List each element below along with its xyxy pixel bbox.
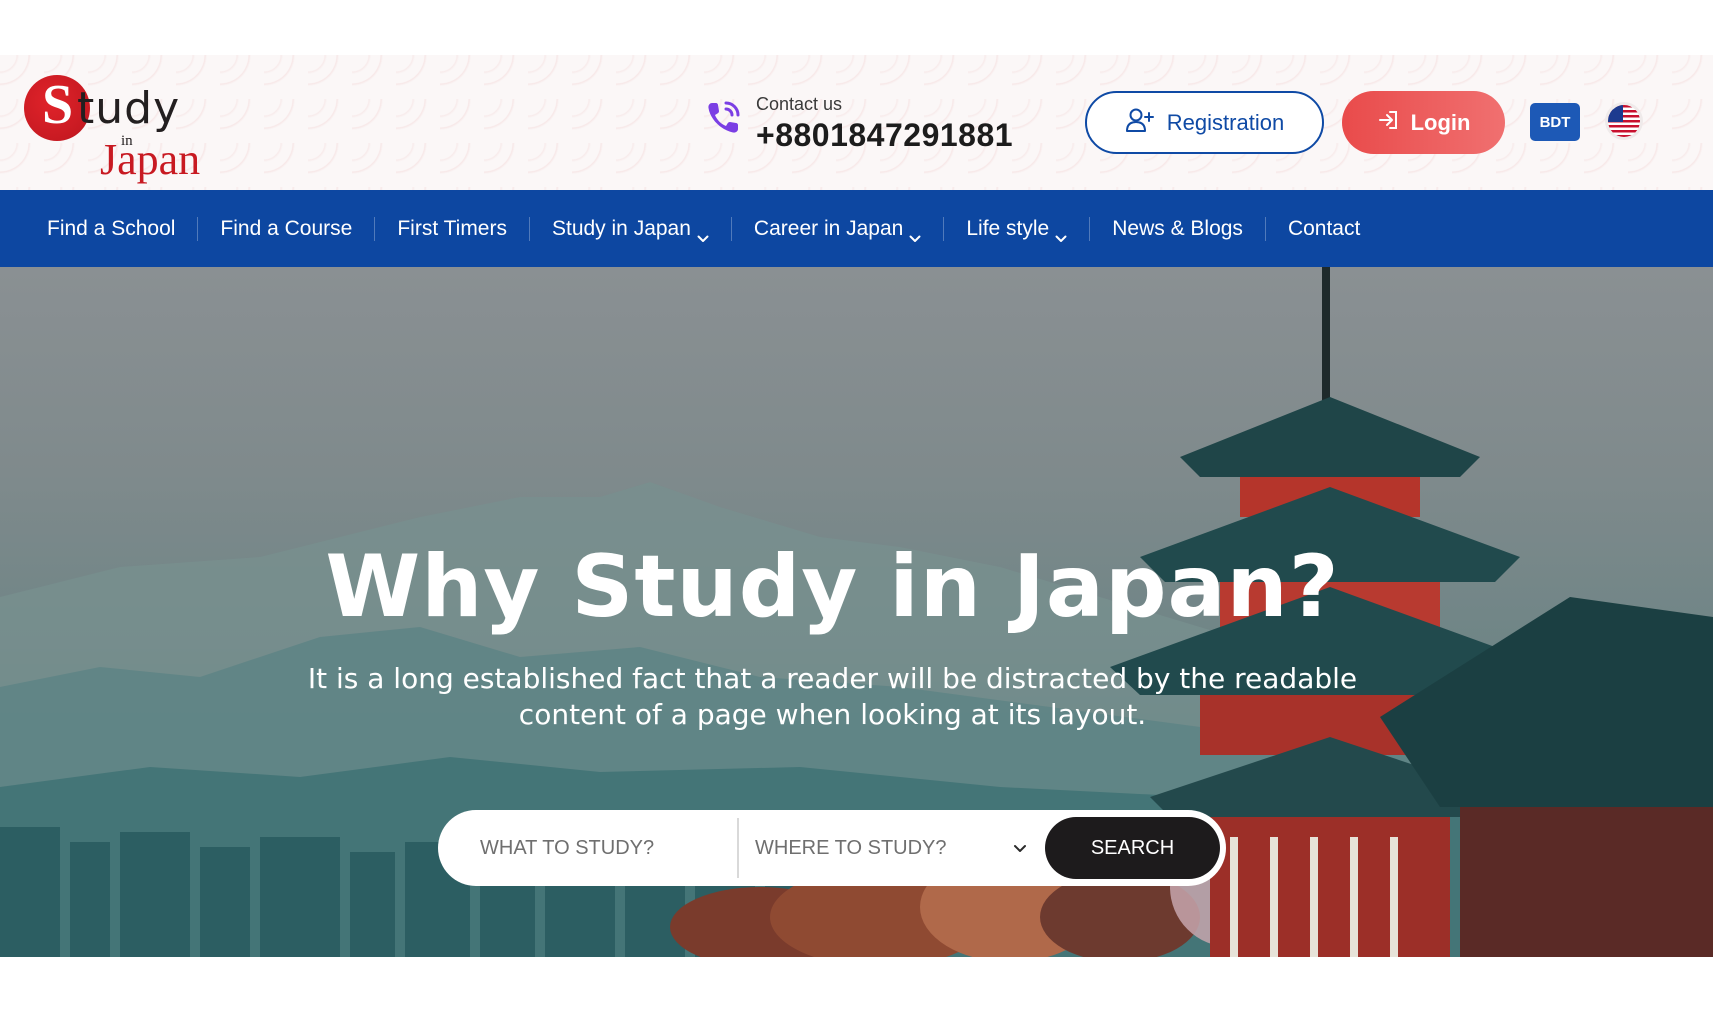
chevron-down-icon (697, 225, 709, 242)
registration-label: Registration (1166, 109, 1285, 135)
main-navigation: Find a School Find a Course First Timers St… (0, 190, 1713, 267)
nav-item-label: Life style (966, 216, 1050, 240)
hero-title: Why Study in Japan? (325, 537, 1340, 637)
nav-item-label: Study in Japan (551, 216, 691, 240)
hero-banner: Why Study in Japan? It is a long establi… (0, 267, 1713, 957)
contact-phone-number[interactable]: +8801847291881 (756, 117, 1013, 153)
nav-item-life-style[interactable]: Life style (944, 216, 1091, 242)
site-header: S tudy in Japan Contact us +880184729188… (0, 55, 1713, 190)
nav-item-label: Career in Japan (753, 216, 904, 240)
hero-subtitle: It is a long established fact that a rea… (307, 662, 1358, 731)
nav-item-find-a-course[interactable]: Find a Course (198, 216, 376, 241)
what-to-study-input[interactable]: WHAT TO STUDY? (480, 810, 710, 886)
login-label: Login (1410, 109, 1471, 135)
logo-word-japan: Japan (100, 135, 201, 184)
where-to-study-select[interactable]: WHERE TO STUDY? (755, 810, 1035, 886)
nav-item-label: News & Blogs (1112, 216, 1243, 240)
chevron-down-icon (909, 225, 921, 242)
nav-item-label: Find a Course (220, 216, 353, 240)
contact-block: Contact us +8801847291881 (704, 91, 1034, 153)
contact-label: Contact us (756, 94, 843, 114)
page: S tudy in Japan Contact us +880184729188… (0, 0, 1713, 1018)
nav-item-label: First Timers (397, 216, 507, 240)
login-arrow-icon (1377, 109, 1401, 137)
us-flag-icon[interactable] (1608, 105, 1640, 137)
site-logo[interactable]: S tudy in Japan (22, 67, 222, 184)
add-user-icon (1125, 107, 1155, 139)
course-search-bar: WHAT TO STUDY? WHERE TO STUDY? SEARCH (438, 810, 1226, 886)
login-button[interactable]: Login (1342, 91, 1505, 154)
search-button[interactable]: SEARCH (1045, 817, 1220, 879)
chevron-down-icon (1013, 837, 1027, 860)
phone-icon (704, 97, 744, 137)
nav-item-news-blogs[interactable]: News & Blogs (1090, 216, 1266, 241)
logo-word-study: tudy (77, 83, 181, 134)
nav-item-label: Find a School (47, 216, 176, 240)
nav-item-career-in-japan[interactable]: Career in Japan (732, 216, 945, 242)
nav-item-label: Contact (1287, 216, 1361, 240)
nav-item-study-in-japan[interactable]: Study in Japan (530, 216, 732, 242)
where-to-study-placeholder: WHERE TO STUDY? (755, 836, 947, 859)
nav-item-contact[interactable]: Contact (1266, 217, 1382, 241)
chevron-down-icon (1055, 225, 1067, 242)
registration-button[interactable]: Registration (1085, 91, 1324, 154)
nav-item-first-timers[interactable]: First Timers (375, 216, 530, 241)
currency-selector[interactable]: BDT (1530, 103, 1580, 141)
search-divider (737, 818, 739, 878)
nav-item-find-a-school[interactable]: Find a School (25, 216, 199, 241)
logo-letter-s: S (42, 74, 74, 136)
